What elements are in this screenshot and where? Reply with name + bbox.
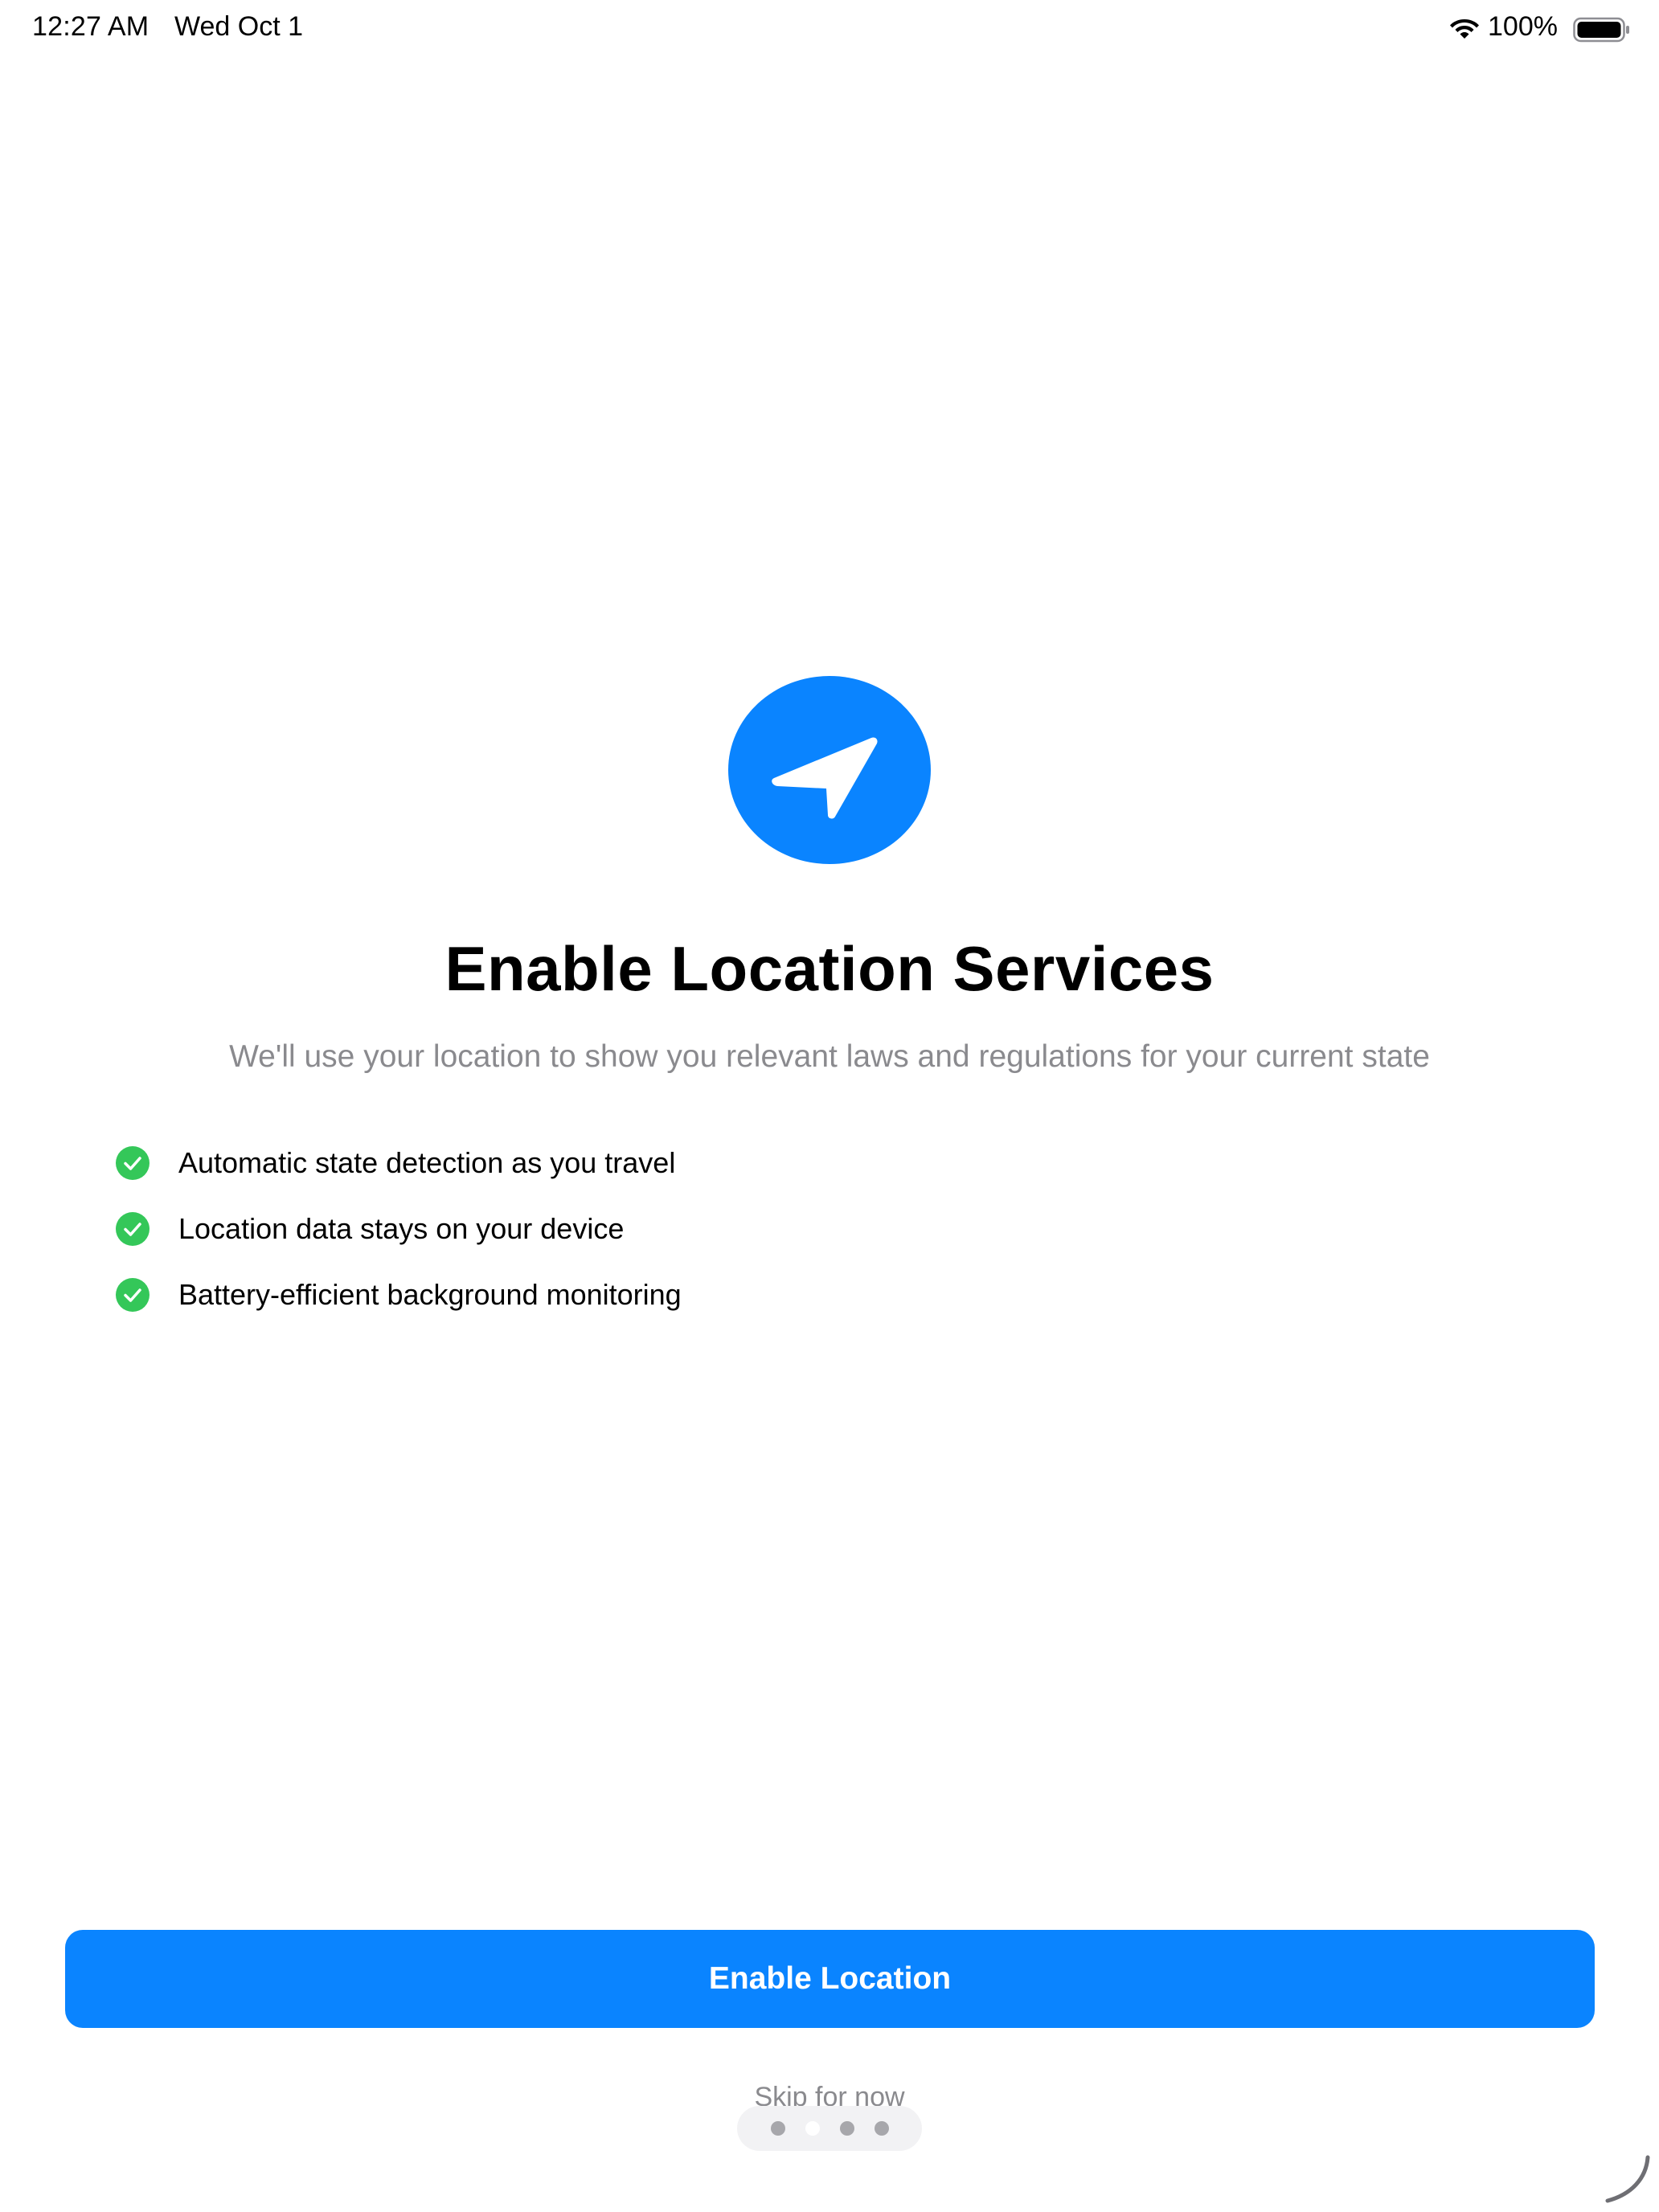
enable-location-button[interactable]: Enable Location	[65, 1930, 1595, 2028]
page-dot[interactable]	[770, 2121, 785, 2136]
enable-location-button-label: Enable Location	[708, 1961, 952, 1996]
page-dot[interactable]	[874, 2121, 889, 2136]
status-bar: 12:27 AM Wed Oct 1 100%	[0, 0, 1659, 61]
skip-for-now-link[interactable]: Skip for now	[0, 2082, 1659, 2106]
status-date: Wed Oct 1	[174, 11, 303, 42]
feature-label: Battery-efficient background monitoring	[178, 1278, 682, 1311]
feature-label: Location data stays on your device	[178, 1212, 625, 1245]
page-title: Enable Location Services	[444, 933, 1215, 1004]
location-arrow-icon	[728, 676, 931, 864]
checkmark-circle-icon	[116, 1146, 150, 1180]
feature-item: Battery-efficient background monitoring	[116, 1262, 1321, 1328]
battery-percentage: 100%	[1488, 11, 1558, 42]
feature-label: Automatic state detection as you travel	[178, 1146, 676, 1179]
feature-item: Automatic state detection as you travel	[116, 1130, 1321, 1196]
page-dot[interactable]	[839, 2121, 854, 2136]
checkmark-circle-icon	[116, 1212, 150, 1246]
page-dot-active[interactable]	[805, 2121, 820, 2136]
wifi-icon	[1450, 19, 1479, 39]
page-subtitle: We'll use your location to show you rele…	[229, 1039, 1430, 1074]
status-time: 12:27 AM	[32, 11, 150, 42]
page-indicator[interactable]	[737, 2106, 922, 2151]
feature-item: Location data stays on your device	[116, 1196, 1321, 1262]
resize-handle-icon[interactable]	[1600, 2154, 1651, 2206]
battery-full-icon	[1573, 17, 1629, 43]
feature-list: Automatic state detection as you travel …	[116, 1130, 1321, 1328]
checkmark-circle-icon	[116, 1278, 150, 1312]
